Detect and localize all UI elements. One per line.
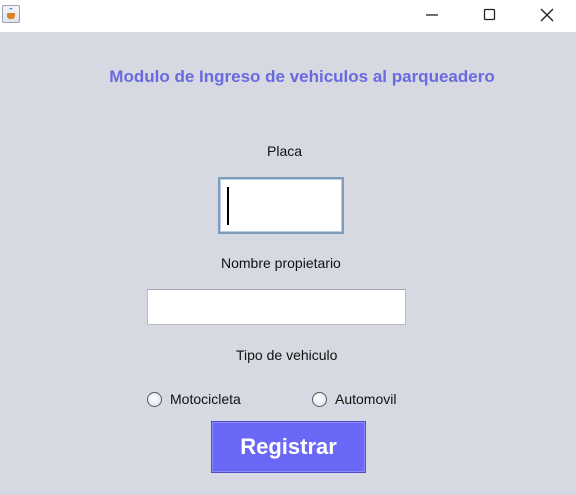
- tipo-vehiculo-label: Tipo de vehiculo: [236, 347, 338, 363]
- minimize-icon: [426, 14, 438, 16]
- radio-button-circle[interactable]: [312, 391, 327, 407]
- nombre-propietario-label: Nombre propietario: [221, 255, 341, 271]
- form-heading: Modulo de Ingreso de vehiculos al parque…: [109, 67, 495, 86]
- nombre-propietario-input[interactable]: [147, 289, 406, 325]
- close-button[interactable]: [518, 0, 576, 32]
- radio-motocicleta-label: Motocicleta: [170, 391, 241, 407]
- java-app-icon[interactable]: [2, 5, 20, 23]
- minimize-button[interactable]: [403, 0, 461, 32]
- close-icon: [540, 8, 554, 22]
- text-caret: [227, 187, 229, 225]
- placa-input[interactable]: [218, 177, 344, 234]
- radio-automovil[interactable]: Automovil: [312, 389, 396, 409]
- title-bar[interactable]: [0, 0, 576, 32]
- radio-motocicleta[interactable]: Motocicleta: [147, 389, 241, 409]
- placa-label: Placa: [267, 143, 303, 159]
- maximize-icon: [483, 8, 496, 21]
- radio-button-circle[interactable]: [147, 391, 162, 407]
- registrar-button[interactable]: Registrar: [211, 421, 366, 473]
- radio-automovil-label: Automovil: [335, 391, 397, 407]
- maximize-button[interactable]: [461, 0, 519, 32]
